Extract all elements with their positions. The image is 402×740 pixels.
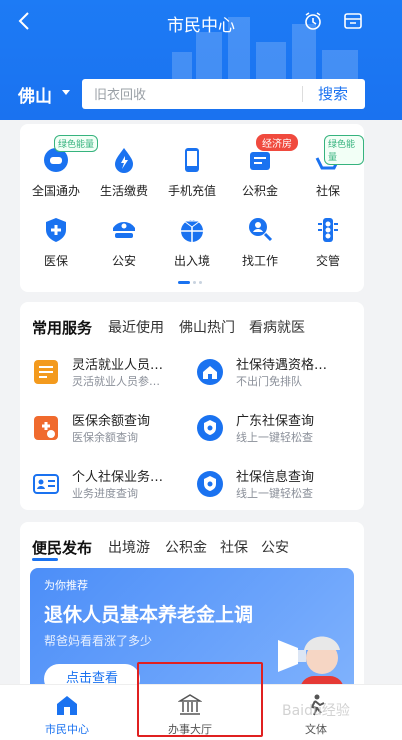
service-phone-topup[interactable]: 手机充值 [156, 146, 228, 199]
header: 市民中心 佛山 旧衣回收 搜索 [0, 0, 402, 120]
tab-outbound-travel[interactable]: 出境游 [108, 537, 150, 557]
service-item[interactable]: 广东社保查询 线上一键轻松查 [196, 410, 356, 450]
service-exit-entry[interactable]: 出入境 [156, 216, 228, 269]
city-selector[interactable]: 佛山 [18, 82, 52, 107]
page-dot [199, 281, 202, 284]
service-item[interactable]: 医保余额查询 医保余额查询 [32, 410, 192, 450]
shield-search-icon [197, 415, 223, 441]
active-tab-underline [32, 558, 58, 561]
common-services-card: 常用服务 最近使用 佛山热门 看病就医 灵活就业人员… 灵活就业人员参… 社保待… [20, 302, 364, 510]
service-police[interactable]: 公安 [88, 216, 160, 269]
bolt-drop-icon [115, 148, 133, 173]
banner-title: 退休人员基本养老金上调 [44, 604, 254, 626]
tab-foshan-hot[interactable]: 佛山热门 [179, 317, 235, 337]
highlight-box [137, 662, 263, 737]
tab-social-security[interactable]: 社保 [220, 537, 248, 557]
tab-medical[interactable]: 看病就医 [249, 317, 305, 337]
service-find-job[interactable]: 找工作 [224, 216, 296, 269]
police-cap-icon [113, 222, 135, 238]
tab-recent[interactable]: 最近使用 [108, 317, 164, 337]
search-input[interactable]: 旧衣回收 [94, 84, 146, 103]
home-icon [197, 359, 223, 385]
service-item[interactable]: 社保信息查询 线上一键轻松查 [196, 466, 356, 506]
medical-shield-icon [46, 218, 66, 242]
green-energy-badge: 绿色能量 [324, 135, 364, 165]
job-search-icon [249, 218, 273, 242]
tab-police[interactable]: 公安 [261, 537, 289, 557]
recommend-tag: 为你推荐 [44, 579, 88, 592]
service-utilities[interactable]: 生活缴费 [88, 146, 160, 199]
banner-subtitle: 帮爸妈看看涨了多少 [44, 634, 153, 648]
page-dot-active [178, 281, 190, 284]
search-button[interactable]: 搜索 [318, 83, 348, 104]
nav-citizen-center[interactable]: 市民中心 [27, 693, 107, 737]
shield-search-icon [197, 471, 223, 497]
search-divider [302, 86, 303, 102]
watermark: Baidu经验 [282, 703, 350, 719]
caret-down-icon[interactable] [62, 90, 70, 95]
alarm-clock-icon[interactable] [302, 10, 324, 32]
service-medical-insurance[interactable]: 医保 [20, 216, 92, 269]
service-grid: 全国通办 绿色能量 生活缴费 手机充值 公积金 经济房 社保 绿色能量 医保 公… [20, 124, 364, 292]
search-bar[interactable]: 旧衣回收 搜索 [82, 79, 365, 109]
service-traffic[interactable]: 交管 [292, 216, 364, 269]
home-icon [57, 696, 77, 715]
service-nationwide[interactable]: 全国通办 [20, 146, 92, 199]
tab-common-services[interactable]: 常用服务 [32, 317, 92, 338]
card-holder-icon[interactable] [342, 10, 364, 32]
service-item[interactable]: 个人社保业务… 业务进度查询 [32, 466, 192, 506]
document-icon [34, 360, 58, 384]
medical-doc-icon [34, 416, 58, 440]
service-housing-fund[interactable]: 公积金 [224, 146, 296, 199]
tab-housing-fund[interactable]: 公积金 [165, 537, 207, 557]
id-card-icon [33, 474, 59, 494]
airplane-globe-icon [181, 220, 203, 242]
traffic-light-icon [318, 218, 338, 242]
phone-icon [185, 148, 199, 172]
page-dot [193, 281, 196, 284]
tab-public-release[interactable]: 便民发布 [32, 537, 92, 558]
service-item[interactable]: 社保待遇资格… 不出门免排队 [196, 354, 356, 394]
service-item[interactable]: 灵活就业人员… 灵活就业人员参… [32, 354, 192, 394]
